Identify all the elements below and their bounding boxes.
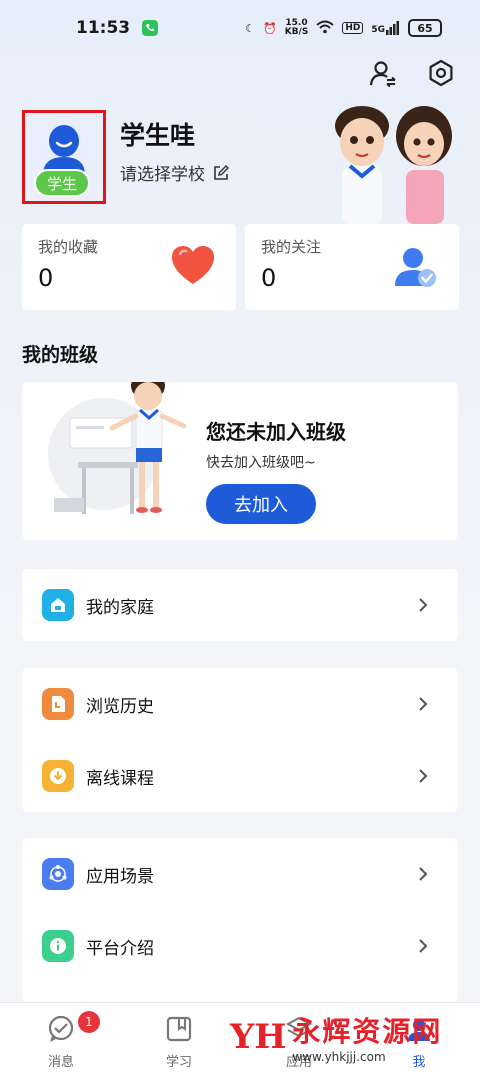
following-card[interactable]: 我的关注 0 [245, 224, 459, 310]
empty-class-subtitle: 快去加入班级吧~ [206, 455, 316, 471]
tab-messages[interactable]: 1 消息 [16, 1011, 106, 1070]
school-selector[interactable]: 请选择学校 [120, 160, 229, 185]
home-icon [42, 589, 74, 621]
edit-icon [214, 164, 229, 180]
menu-item-label: 我的家庭 [86, 597, 154, 618]
book-icon [161, 1011, 197, 1047]
avatar-highlight[interactable]: 学生 [22, 110, 106, 204]
my-class-card: 您还未加入班级 快去加入班级吧~ 去加入 [22, 372, 458, 540]
net-speed: 15.0 KB/S [284, 18, 309, 37]
favorites-count: 0 [38, 264, 54, 292]
tab-study[interactable]: 学习 [134, 1011, 224, 1070]
menu-item-application-scenes[interactable]: 应用场景 [22, 838, 458, 910]
chevron-right-icon [419, 939, 428, 953]
chevron-right-icon [419, 867, 428, 881]
chevron-right-icon [419, 769, 428, 783]
user-name: 学生哇 [120, 121, 196, 150]
followed-user-icon [393, 244, 439, 294]
heart-icon [170, 244, 216, 290]
download-icon [42, 760, 74, 792]
phone-call-icon [142, 20, 159, 36]
menu-group-platform: 应用场景 平台介绍 [22, 838, 458, 1002]
info-icon [42, 930, 74, 962]
alarm-icon: ⏰ [263, 21, 277, 35]
role-badge: 学生 [34, 169, 90, 197]
menu-item-family[interactable]: 我的家庭 [22, 569, 458, 641]
switch-account-icon[interactable] [366, 56, 400, 90]
join-class-button[interactable]: 去加入 [206, 484, 316, 524]
empty-class-illustration [48, 372, 198, 526]
students-illustration [320, 100, 460, 224]
menu-item-offline-courses[interactable]: 离线课程 [22, 740, 458, 812]
empty-class-title: 您还未加入班级 [206, 420, 346, 444]
menu-item-label: 平台介绍 [86, 938, 154, 959]
messages-badge: 1 [78, 1011, 100, 1033]
menu-item-history[interactable]: 浏览历史 [22, 668, 458, 740]
my-class-heading: 我的班级 [22, 344, 99, 366]
signal-icon: 5G [371, 21, 400, 35]
header-actions [366, 56, 458, 90]
menu-item-platform-intro[interactable]: 平台介绍 [22, 910, 458, 982]
menu-item-label: 离线课程 [86, 768, 154, 789]
watermark-logo: YH [230, 1017, 287, 1057]
scene-icon [42, 858, 74, 890]
menu-group-family: 我的家庭 [22, 569, 458, 641]
watermark-url: www.yhkjjj.com [292, 1050, 386, 1064]
following-count: 0 [261, 264, 277, 292]
clock: 11:53 [76, 18, 131, 38]
battery-indicator: 65 [408, 19, 442, 37]
settings-icon[interactable] [424, 56, 458, 90]
status-bar: 11:53 ☾ ⏰ 15.0 KB/S HD 5G 65 [0, 0, 480, 56]
moon-icon: ☾ [245, 21, 256, 35]
menu-group-history: 浏览历史 离线课程 [22, 668, 458, 812]
following-label: 我的关注 [261, 238, 322, 256]
favorites-card[interactable]: 我的收藏 0 [22, 224, 236, 310]
message-icon [43, 1011, 79, 1047]
chevron-right-icon [419, 598, 428, 612]
tab-label: 消息 [47, 1055, 74, 1070]
tab-label: 学习 [165, 1055, 192, 1070]
chevron-right-icon [419, 697, 428, 711]
menu-item-label: 应用场景 [86, 866, 154, 887]
wifi-icon [316, 20, 334, 37]
school-prompt: 请选择学校 [120, 165, 205, 185]
hd-indicator: HD [342, 22, 364, 34]
favorites-label: 我的收藏 [38, 238, 99, 256]
watermark-name: 永辉资源网 [292, 1015, 443, 1048]
menu-item-label: 浏览历史 [86, 696, 154, 717]
history-icon [42, 688, 74, 720]
watermark: YH 永辉资源网 www.yhkjjj.com [230, 1010, 442, 1064]
